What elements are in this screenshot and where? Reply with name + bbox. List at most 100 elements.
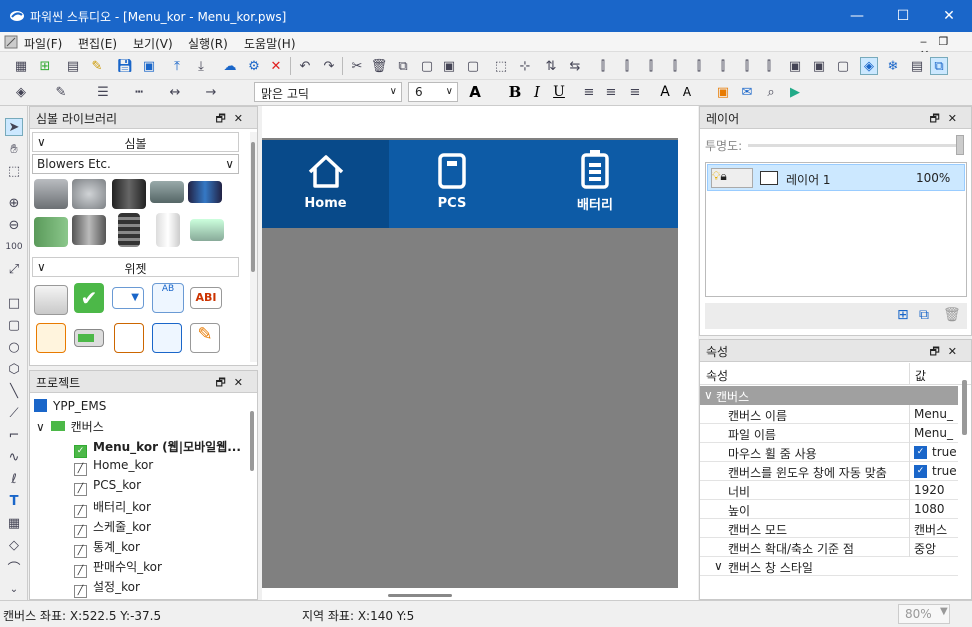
- tree-item-settings[interactable]: ╱ 설정_kor: [74, 578, 140, 598]
- prop-row[interactable]: 캔버스 모드 캔버스: [700, 519, 958, 538]
- opacity-slider-thumb[interactable]: [956, 135, 964, 155]
- panel-controls[interactable]: 🗗✕: [929, 343, 965, 362]
- text-align-right-icon[interactable]: ≡: [626, 83, 644, 101]
- mail-icon[interactable]: ✉: [738, 83, 756, 101]
- arrow-end-icon[interactable]: →: [202, 83, 220, 101]
- more-tools-icon[interactable]: ⌄: [5, 580, 23, 598]
- upload-icon[interactable]: ⤒: [168, 57, 186, 75]
- widget-button-icon[interactable]: [34, 285, 68, 315]
- run-icon[interactable]: ▶: [786, 83, 804, 101]
- zoom-in-icon[interactable]: ⊕: [5, 194, 23, 212]
- preview-icon[interactable]: ▤: [908, 57, 926, 75]
- italic-icon[interactable]: I: [528, 83, 546, 101]
- widget-tree-icon[interactable]: [36, 323, 66, 353]
- minimize-button[interactable]: —: [834, 0, 880, 32]
- panel-controls[interactable]: 🗗✕: [215, 374, 251, 393]
- redo-icon[interactable]: ↷: [320, 57, 338, 75]
- align-middle-icon[interactable]: ⫿: [690, 57, 708, 75]
- widget-calendar-icon[interactable]: [152, 323, 182, 353]
- tree-item-schedule[interactable]: ╱ 스케줄_kor: [74, 518, 151, 538]
- align-bottom-icon[interactable]: ⫿: [714, 57, 732, 75]
- canvas-workspace[interactable]: Home PCS 배터리: [262, 106, 698, 600]
- prop-subgroup[interactable]: ∨ 캔버스 창 스타일: [700, 557, 958, 576]
- shape-icon[interactable]: ◇: [5, 536, 23, 554]
- prop-row[interactable]: 캔버스 이름Menu_k: [700, 405, 958, 424]
- prop-row[interactable]: 높이 1080: [700, 500, 958, 519]
- undo-icon[interactable]: ↶: [296, 57, 314, 75]
- text-align-center-icon[interactable]: ≡: [602, 83, 620, 101]
- symbol-blower-1[interactable]: [34, 179, 68, 209]
- cut-icon[interactable]: ✂: [348, 57, 366, 75]
- align-top-icon[interactable]: ⫿: [666, 57, 684, 75]
- distribute-h-icon[interactable]: ⫿: [738, 57, 756, 75]
- widget-calendar-clock-icon[interactable]: [114, 323, 144, 353]
- cloud-upload-icon[interactable]: ☁: [221, 57, 239, 75]
- text-align-left-icon[interactable]: ≡: [580, 83, 598, 101]
- symbol-cabinet-1[interactable]: [72, 215, 106, 245]
- widget-progress-icon[interactable]: [74, 329, 104, 347]
- duplicate-layer-icon[interactable]: ⧉: [919, 307, 929, 323]
- grid-icon[interactable]: ⊹: [516, 57, 534, 75]
- tree-item-home[interactable]: ╱ Home_kor: [74, 458, 153, 476]
- nav-battery[interactable]: 배터리: [515, 140, 675, 228]
- copy-icon[interactable]: ⧉: [394, 57, 412, 75]
- font-grow-icon[interactable]: A: [656, 83, 674, 101]
- symbol-device-1[interactable]: [190, 219, 224, 241]
- menu-edit[interactable]: 편집(E): [78, 35, 117, 52]
- export-icon[interactable]: ▤: [64, 57, 82, 75]
- symbol-rack-1[interactable]: [118, 213, 140, 247]
- paste-icon[interactable]: ▢: [418, 57, 436, 75]
- layer-row[interactable]: 💡︎🔒︎ 레이어 1 100%: [707, 164, 965, 191]
- widget-dropdown-icon[interactable]: ▼: [112, 287, 144, 309]
- symbol-blower-2[interactable]: [72, 179, 106, 209]
- menu-view[interactable]: 보기(V): [133, 35, 173, 52]
- widget-checkbox-icon[interactable]: ✔: [74, 283, 104, 313]
- flip-horizontal-icon[interactable]: ⇆: [566, 57, 584, 75]
- symbol-blower-4[interactable]: [150, 181, 184, 203]
- align-left-icon[interactable]: ⫿: [594, 57, 612, 75]
- layer-visibility-lock[interactable]: 💡︎🔒︎: [711, 168, 753, 188]
- maximize-button[interactable]: ☐: [880, 0, 926, 32]
- symbol-scrollbar[interactable]: [250, 132, 257, 362]
- flip-vertical-icon[interactable]: ⇅: [542, 57, 560, 75]
- checkbox-icon[interactable]: ✓: [914, 465, 927, 478]
- tree-item-pcs[interactable]: ╱ PCS_kor: [74, 478, 141, 496]
- symbols-section[interactable]: ∨ 심볼: [32, 132, 239, 152]
- line-weight-icon[interactable]: ☰: [94, 83, 112, 101]
- project-scrollbar[interactable]: [250, 411, 254, 471]
- distribute-v-icon[interactable]: ⫿: [760, 57, 778, 75]
- add-layer-icon[interactable]: ⊞: [897, 307, 909, 323]
- layers-toggle-icon[interactable]: ◈: [860, 57, 878, 75]
- find-icon[interactable]: ⌕: [762, 83, 780, 101]
- symbol-cabinet-2[interactable]: [156, 213, 180, 247]
- text-icon[interactable]: T: [5, 492, 23, 510]
- number-icon[interactable]: ▦: [5, 514, 23, 532]
- send-back-icon[interactable]: ▣: [810, 57, 828, 75]
- add-canvas-icon[interactable]: ⊞: [36, 57, 54, 75]
- prop-row[interactable]: 캔버스 확대/축소 기준 점 중앙: [700, 538, 958, 557]
- font-shrink-icon[interactable]: A: [678, 83, 696, 101]
- order-icon[interactable]: ▢: [834, 57, 852, 75]
- new-project-icon[interactable]: ▦: [12, 57, 30, 75]
- arrow-start-icon[interactable]: ↔: [166, 83, 184, 101]
- fill-color-icon[interactable]: ◈: [12, 83, 30, 101]
- tree-root[interactable]: YPP_EMS: [34, 399, 106, 413]
- underline-icon[interactable]: U: [550, 83, 568, 101]
- prop-row[interactable]: 캔버스를 윈도우 창에 자동 맞춤 ✓ true: [700, 462, 958, 481]
- line-color-icon[interactable]: ✎: [52, 83, 70, 101]
- properties-scrollbar[interactable]: [962, 380, 967, 435]
- image-icon[interactable]: ▣: [714, 83, 732, 101]
- symbol-blower-5[interactable]: [188, 181, 222, 203]
- menu-run[interactable]: 실행(R): [188, 35, 228, 52]
- line-icon[interactable]: ╲: [5, 382, 23, 400]
- curve-icon[interactable]: ∿: [5, 448, 23, 466]
- prop-row[interactable]: 너비 1920: [700, 481, 958, 500]
- group-canvas[interactable]: ∨ 캔버스: [700, 386, 958, 405]
- line-style-icon[interactable]: ┅: [130, 83, 148, 101]
- nav-pcs[interactable]: PCS: [389, 140, 515, 228]
- nav-home[interactable]: Home: [262, 140, 389, 228]
- align-right-icon[interactable]: ⫿: [642, 57, 660, 75]
- widget-memo-icon[interactable]: ✎: [190, 323, 220, 353]
- zoom-100-icon[interactable]: 100: [5, 238, 23, 256]
- rounded-rect-icon[interactable]: ▢: [5, 316, 23, 334]
